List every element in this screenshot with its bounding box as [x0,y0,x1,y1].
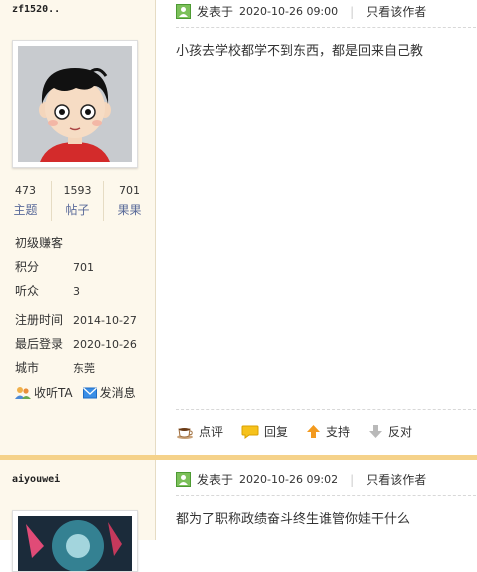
author-sidebar: zf1520.. 473 主题 1593 帖子 701 果果 初级赚客 积分 7… [0,0,156,455]
info-register-label: 注册时间 [15,313,64,327]
support-button[interactable]: 支持 [306,423,350,440]
info-register-value: 2014-10-27 [73,314,137,327]
post-actions: 点评 回复 支持 反对 [176,423,430,440]
author-only-link[interactable]: 只看该作者 [366,3,426,20]
post1-header: 发表于 2020-10-26 09:00 | 只看该作者 [176,3,448,20]
header-divider: | [350,4,355,19]
author-username[interactable]: zf1520.. [12,4,60,15]
user-actions: 收听TA 发消息 [15,384,136,401]
post-date: 2020-10-26 09:00 [239,5,339,18]
review-label: 点评 [199,425,224,439]
down-arrow-icon [369,425,383,438]
author-username-2[interactable]: aiyouwei [12,474,60,485]
info-city-label: 城市 [15,361,40,375]
info-city-value: 东莞 [73,362,95,375]
info-points: 积分 701 [15,258,94,275]
oppose-label: 反对 [388,425,413,439]
info-last-login-value: 2020-10-26 [73,338,137,351]
support-label: 支持 [326,425,351,439]
post-content: 小孩去学校都学不到东西，都是回来自己教 [176,44,424,59]
posted-label: 发表于 [197,5,234,19]
send-message-label: 发消息 [99,386,136,400]
info-city: 城市 东莞 [15,359,95,376]
stat-posts-label: 帖子 [65,203,90,217]
follow-label: 收听TA [34,386,73,400]
info-listeners: 听众 3 [15,282,80,299]
oppose-button[interactable]: 反对 [368,423,412,440]
info-last-login-label: 最后登录 [15,337,64,351]
speech-bubble-icon [241,425,259,439]
header-divider-line-2 [176,495,476,496]
user-rank[interactable]: 初级赚客 [15,234,63,251]
reply-label: 回复 [264,425,289,439]
mail-envelope-icon [82,387,97,398]
reply-button[interactable]: 回复 [241,423,288,440]
info-listeners-label: 听众 [15,284,40,298]
post-content-2: 都为了职称政绩奋斗终生谁管你娃干什么 [176,512,411,527]
author-only-link-2[interactable]: 只看该作者 [366,471,426,488]
actions-divider-line [176,409,476,410]
stat-threads-label: 主题 [13,203,38,217]
avatar-cartoon-boy-image [18,46,132,162]
posted-label-2: 发表于 [197,473,234,487]
info-listeners-value: 3 [73,285,80,298]
coffee-cup-icon [177,427,193,439]
info-last-login: 最后登录 2020-10-26 [15,335,137,352]
online-user-icon [176,472,191,487]
user-stats: 473 主题 1593 帖子 701 果果 [0,181,155,221]
stat-posts-value: 1593 [63,184,92,197]
info-register-date: 注册时间 2014-10-27 [15,311,137,328]
avatar[interactable] [12,40,138,168]
post2-header: 发表于 2020-10-26 09:02 | 只看该作者 [176,471,448,488]
online-user-icon [176,4,191,19]
stat-guoguo[interactable]: 701 果果 [104,181,155,221]
avatar-cat-image [18,516,132,571]
header-divider-line [176,27,476,28]
info-points-value: 701 [73,261,94,274]
post-date-2: 2020-10-26 09:02 [239,473,339,486]
review-button[interactable]: 点评 [176,423,223,440]
author-sidebar-2: aiyouwei [0,460,156,572]
stat-guoguo-label: 果果 [117,203,142,217]
stat-guoguo-value: 701 [119,184,140,197]
follow-button[interactable]: 收听TA [15,384,73,401]
header-divider-2: | [350,472,355,487]
follow-users-icon [15,386,31,399]
stat-posts[interactable]: 1593 帖子 [52,181,104,221]
up-arrow-icon [307,425,321,438]
send-message-button[interactable]: 发消息 [82,384,136,401]
stat-threads[interactable]: 473 主题 [0,181,52,221]
info-points-label: 积分 [15,260,40,274]
avatar-2[interactable] [12,510,138,572]
stat-threads-value: 473 [15,184,36,197]
